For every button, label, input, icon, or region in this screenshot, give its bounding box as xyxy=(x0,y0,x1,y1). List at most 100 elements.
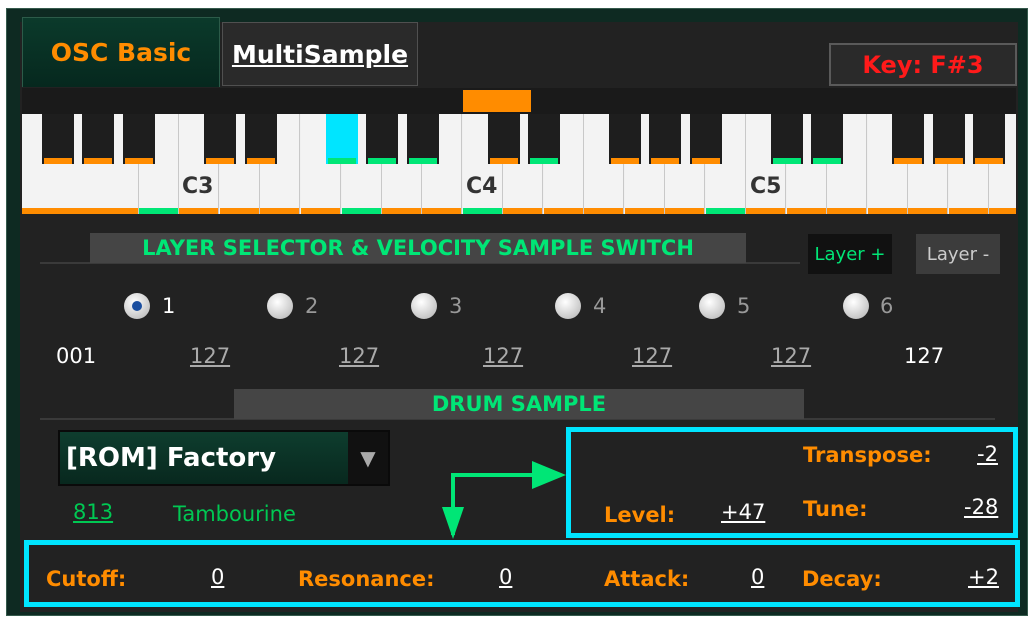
layer-plus-button[interactable]: Layer + xyxy=(808,234,892,274)
layer-minus-button[interactable]: Layer - xyxy=(916,234,1000,274)
black-key[interactable] xyxy=(649,114,681,164)
decay-label: Decay: xyxy=(802,567,882,591)
key-display: Key: F#3 xyxy=(829,43,1017,86)
sample-number[interactable]: 813 xyxy=(73,500,113,524)
key-zone-bar xyxy=(706,208,745,214)
black-key[interactable] xyxy=(892,114,924,164)
key-zone-bar xyxy=(260,208,299,214)
arrow-annotations xyxy=(442,461,566,539)
velocity-value-low: 001 xyxy=(56,344,97,368)
key-zone-bar xyxy=(746,208,785,214)
black-key-pressed[interactable] xyxy=(326,114,358,164)
tab-multisample[interactable]: MultiSample xyxy=(222,22,418,86)
key-zone-bar xyxy=(813,158,841,164)
key-zone-bar xyxy=(894,158,922,164)
layer-section-title: LAYER SELECTOR & VELOCITY SAMPLE SWITCH xyxy=(90,233,746,263)
tune-label: Tune: xyxy=(803,497,868,521)
layer-radio-2[interactable] xyxy=(267,293,293,319)
attack-value[interactable]: 0 xyxy=(751,565,764,589)
black-key[interactable] xyxy=(123,114,155,164)
cutoff-value[interactable]: 0 xyxy=(211,565,224,589)
key-zone-bar xyxy=(125,158,153,164)
sample-name: Tambourine xyxy=(173,502,296,526)
key-zone-bar xyxy=(463,208,502,214)
black-key[interactable] xyxy=(245,114,277,164)
layer-radio-label: 1 xyxy=(162,294,176,318)
key-zone-bar xyxy=(60,208,99,214)
piano-keyboard[interactable]: C3 C4 C5 xyxy=(22,114,1016,214)
key-zone-bar xyxy=(490,158,518,164)
key-zone-bar xyxy=(868,208,907,214)
black-key[interactable] xyxy=(407,114,439,164)
key-zone-bar xyxy=(220,208,259,214)
bank-select[interactable]: [ROM] Factory xyxy=(58,430,390,486)
level-value[interactable]: +47 xyxy=(721,500,765,524)
key-zone-bar xyxy=(975,158,1003,164)
level-label: Level: xyxy=(604,503,676,527)
black-key[interactable] xyxy=(609,114,641,164)
black-key[interactable] xyxy=(42,114,74,164)
key-zone-bar xyxy=(530,158,558,164)
key-zone-bar xyxy=(949,208,988,214)
cutoff-label: Cutoff: xyxy=(46,567,127,591)
key-zone-bar xyxy=(787,208,826,214)
chevron-down-icon[interactable]: ▼ xyxy=(348,432,388,484)
key-zone-bar xyxy=(247,158,275,164)
key-zone-bar xyxy=(22,208,61,214)
velocity-switch-value[interactable]: 127 xyxy=(339,344,379,368)
key-zone-bar xyxy=(84,158,112,164)
layer-radio-3[interactable] xyxy=(411,293,437,319)
key-zone-bar xyxy=(584,208,623,214)
black-key[interactable] xyxy=(811,114,843,164)
key-zone-bar xyxy=(544,208,583,214)
black-key[interactable] xyxy=(82,114,114,164)
layer-radio-label: 3 xyxy=(449,294,463,318)
layer-radio-5[interactable] xyxy=(699,293,725,319)
tune-value[interactable]: -28 xyxy=(964,495,998,519)
layer-radio-4[interactable] xyxy=(555,293,581,319)
key-zone-bar xyxy=(503,208,542,214)
velocity-value-high: 127 xyxy=(904,344,945,368)
key-zone-bar xyxy=(908,208,947,214)
transpose-label: Transpose: xyxy=(803,443,932,467)
decay-value[interactable]: +2 xyxy=(968,565,999,589)
attack-label: Attack: xyxy=(604,567,690,591)
layer-radio-6[interactable] xyxy=(843,293,869,319)
key-zone-bar xyxy=(422,208,461,214)
key-range-marker[interactable] xyxy=(463,90,531,112)
key-zone-bar xyxy=(611,158,639,164)
velocity-switch-value[interactable]: 127 xyxy=(632,344,672,368)
octave-label-c4: C4 xyxy=(466,174,498,199)
black-key[interactable] xyxy=(690,114,722,164)
layer-radio-label: 6 xyxy=(880,294,894,318)
resonance-label: Resonance: xyxy=(298,567,435,591)
black-key[interactable] xyxy=(771,114,803,164)
key-zone-bar xyxy=(139,208,178,214)
drum-sample-title: DRUM SAMPLE xyxy=(234,389,804,419)
velocity-switch-value[interactable]: 127 xyxy=(483,344,523,368)
velocity-switch-value[interactable]: 127 xyxy=(190,344,230,368)
key-zone-bar xyxy=(989,208,1016,214)
arrow-down-icon xyxy=(442,507,464,539)
tab-osc-basic[interactable]: OSC Basic xyxy=(22,17,220,87)
velocity-switch-value[interactable]: 127 xyxy=(771,344,811,368)
arrow-right-icon xyxy=(532,461,566,489)
black-key[interactable] xyxy=(973,114,1005,164)
key-zone-bar xyxy=(827,208,866,214)
key-zone-bar xyxy=(651,158,679,164)
key-zone-bar xyxy=(935,158,963,164)
transpose-value[interactable]: -2 xyxy=(977,442,998,466)
arrow-line-icon xyxy=(451,473,540,535)
black-key[interactable] xyxy=(528,114,560,164)
black-key[interactable] xyxy=(366,114,398,164)
black-key[interactable] xyxy=(488,114,520,164)
black-key[interactable] xyxy=(204,114,236,164)
key-zone-bar xyxy=(409,158,437,164)
key-zone-bar xyxy=(382,208,421,214)
black-key[interactable] xyxy=(933,114,965,164)
layer-radio-label: 2 xyxy=(305,294,319,318)
resonance-value[interactable]: 0 xyxy=(499,565,512,589)
octave-label-c3: C3 xyxy=(182,174,214,199)
layer-radio-1[interactable] xyxy=(124,293,150,319)
key-zone-bar xyxy=(368,158,396,164)
